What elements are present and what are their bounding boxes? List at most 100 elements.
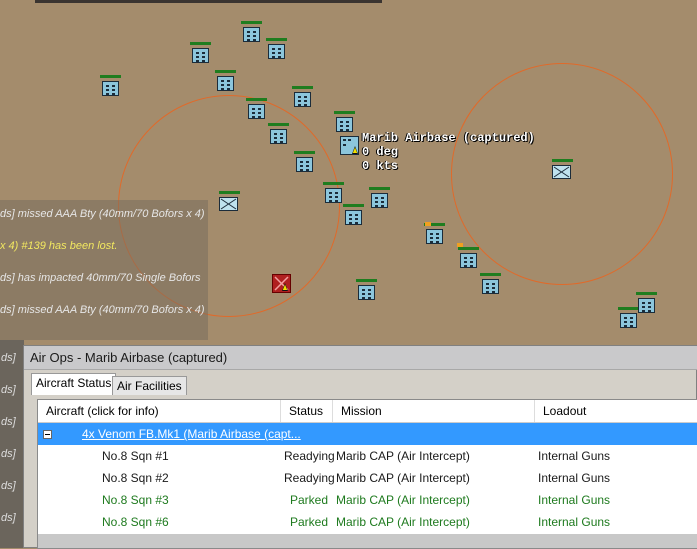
airbase-icon[interactable] bbox=[340, 136, 359, 155]
unit-icon bbox=[426, 229, 443, 244]
hostile-unit-icon[interactable] bbox=[272, 274, 291, 293]
unit-icon bbox=[270, 129, 287, 144]
group-label[interactable]: 4x Venom FB.Mk1 (Marib Airbase (capt... bbox=[82, 423, 301, 445]
unit-marker[interactable] bbox=[636, 292, 657, 313]
unit-health-bar bbox=[100, 75, 121, 78]
contact-marker[interactable] bbox=[425, 222, 431, 226]
log-fragment: ds] bbox=[1, 384, 16, 396]
unit-health-bar bbox=[369, 187, 390, 190]
unit-icon bbox=[620, 313, 637, 328]
unit-marker[interactable] bbox=[268, 123, 289, 144]
aircraft-table[interactable]: Aircraft (click for info) Status Mission… bbox=[37, 399, 697, 549]
unit-marker[interactable] bbox=[246, 98, 267, 119]
unit-marker-envelope[interactable] bbox=[219, 191, 240, 211]
tab-aircraft-status[interactable]: Aircraft Status bbox=[31, 373, 117, 395]
unit-marker[interactable] bbox=[343, 204, 364, 225]
col-status[interactable]: Status bbox=[281, 400, 333, 422]
unit-marker[interactable] bbox=[266, 38, 287, 59]
group-row[interactable]: 4x Venom FB.Mk1 (Marib Airbase (capt... bbox=[38, 423, 697, 445]
col-aircraft[interactable]: Aircraft (click for info) bbox=[38, 400, 281, 422]
cell-mission: Marib CAP (Air Intercept) bbox=[336, 449, 470, 463]
unit-icon bbox=[192, 48, 209, 63]
cell-aircraft[interactable]: No.8 Sqn #2 bbox=[102, 467, 169, 489]
col-loadout[interactable]: Loadout bbox=[535, 400, 697, 422]
message-log: ds] missed AAA Bty (40mm/70 Bofors x 4) … bbox=[0, 200, 208, 340]
tab-air-facilities[interactable]: Air Facilities bbox=[112, 376, 187, 395]
unit-icon bbox=[294, 92, 311, 107]
unit-icon bbox=[268, 44, 285, 59]
cell-status: Readying bbox=[284, 449, 335, 463]
unit-icon bbox=[102, 81, 119, 96]
unit-health-bar bbox=[343, 204, 364, 207]
unit-marker[interactable] bbox=[480, 273, 501, 294]
contact-marker[interactable] bbox=[457, 243, 463, 247]
unit-icon bbox=[358, 285, 375, 300]
cell-status: Readying bbox=[284, 471, 335, 485]
log-fragment: ds] bbox=[1, 480, 16, 492]
log-message-4: ds] missed AAA Bty (40mm/70 Bofors x 4) bbox=[0, 304, 205, 316]
unit-health-bar bbox=[356, 279, 377, 282]
cell-mission: Marib CAP (Air Intercept) bbox=[336, 493, 470, 507]
log-fragment: ds] bbox=[1, 512, 16, 524]
unit-health-bar bbox=[268, 123, 289, 126]
log-fragment: ds] bbox=[1, 416, 16, 428]
unit-health-bar bbox=[458, 247, 479, 250]
unit-icon bbox=[371, 193, 388, 208]
table-row[interactable]: No.8 Sqn #2 Readying Marib CAP (Air Inte… bbox=[38, 467, 697, 489]
map-top-bar bbox=[35, 0, 382, 3]
unit-marker[interactable] bbox=[190, 42, 211, 63]
col-mission[interactable]: Mission bbox=[333, 400, 535, 422]
cell-loadout: Internal Guns bbox=[538, 493, 611, 507]
air-ops-dialog[interactable]: Air Ops - Marib Airbase (captured) Aircr… bbox=[23, 345, 697, 549]
unit-marker[interactable] bbox=[100, 75, 121, 96]
table-row[interactable]: No.8 Sqn #6 Parked Marib CAP (Air Interc… bbox=[38, 511, 697, 533]
unit-icon bbox=[482, 279, 499, 294]
log-message-1: ds] missed AAA Bty (40mm/70 Bofors x 4) bbox=[0, 208, 205, 220]
log-fragment: ds] bbox=[1, 352, 16, 364]
cell-status: Parked bbox=[290, 493, 329, 507]
unit-health-bar bbox=[294, 151, 315, 154]
unit-marker-envelope[interactable] bbox=[552, 159, 573, 179]
unit-icon bbox=[345, 210, 362, 225]
cell-aircraft[interactable]: No.8 Sqn #6 bbox=[102, 511, 169, 533]
unit-marker[interactable] bbox=[458, 247, 479, 268]
cell-aircraft[interactable]: No.8 Sqn #1 bbox=[102, 445, 169, 467]
unit-marker[interactable] bbox=[215, 70, 236, 91]
unit-icon bbox=[243, 27, 260, 42]
unit-health-bar bbox=[334, 111, 355, 114]
unit-icon bbox=[638, 298, 655, 313]
unit-marker[interactable] bbox=[618, 307, 639, 328]
unit-marker[interactable] bbox=[334, 111, 355, 132]
unit-icon bbox=[460, 253, 477, 268]
cell-aircraft[interactable]: No.8 Sqn #3 bbox=[102, 489, 169, 511]
unit-icon bbox=[325, 188, 342, 203]
airbase-heading: 0 deg bbox=[362, 145, 399, 159]
unit-health-bar bbox=[292, 86, 313, 89]
unit-health-bar bbox=[266, 38, 287, 41]
unit-marker[interactable] bbox=[241, 21, 262, 42]
unit-marker[interactable] bbox=[424, 223, 445, 244]
table-row[interactable]: No.8 Sqn #1 Readying Marib CAP (Air Inte… bbox=[38, 445, 697, 467]
unit-marker[interactable] bbox=[294, 151, 315, 172]
unit-marker[interactable] bbox=[323, 182, 344, 203]
cell-loadout: Internal Guns bbox=[538, 471, 611, 485]
table-scroll-area[interactable] bbox=[38, 534, 697, 548]
unit-marker[interactable] bbox=[369, 187, 390, 208]
unit-marker[interactable] bbox=[292, 86, 313, 107]
airbase-speed: 0 kts bbox=[362, 159, 399, 173]
collapse-icon[interactable] bbox=[43, 430, 52, 439]
log-fragment: ds] bbox=[1, 448, 16, 460]
table-row[interactable]: No.8 Sqn #3 Parked Marib CAP (Air Interc… bbox=[38, 489, 697, 511]
airbase-name: Marib Airbase (captured) bbox=[362, 131, 535, 145]
cell-loadout: Internal Guns bbox=[538, 515, 611, 529]
unit-health-bar bbox=[480, 273, 501, 276]
cell-loadout: Internal Guns bbox=[538, 449, 611, 463]
cell-mission: Marib CAP (Air Intercept) bbox=[336, 515, 470, 529]
unit-marker[interactable] bbox=[356, 279, 377, 300]
airbase-label: Marib Airbase (captured) 0 deg 0 kts bbox=[362, 131, 535, 173]
log-message-3: ds] has impacted 40mm/70 Single Bofors bbox=[0, 272, 201, 284]
cell-status: Parked bbox=[290, 515, 329, 529]
dialog-title[interactable]: Air Ops - Marib Airbase (captured) bbox=[24, 346, 697, 370]
table-header: Aircraft (click for info) Status Mission… bbox=[38, 400, 697, 423]
unit-health-bar bbox=[241, 21, 262, 24]
